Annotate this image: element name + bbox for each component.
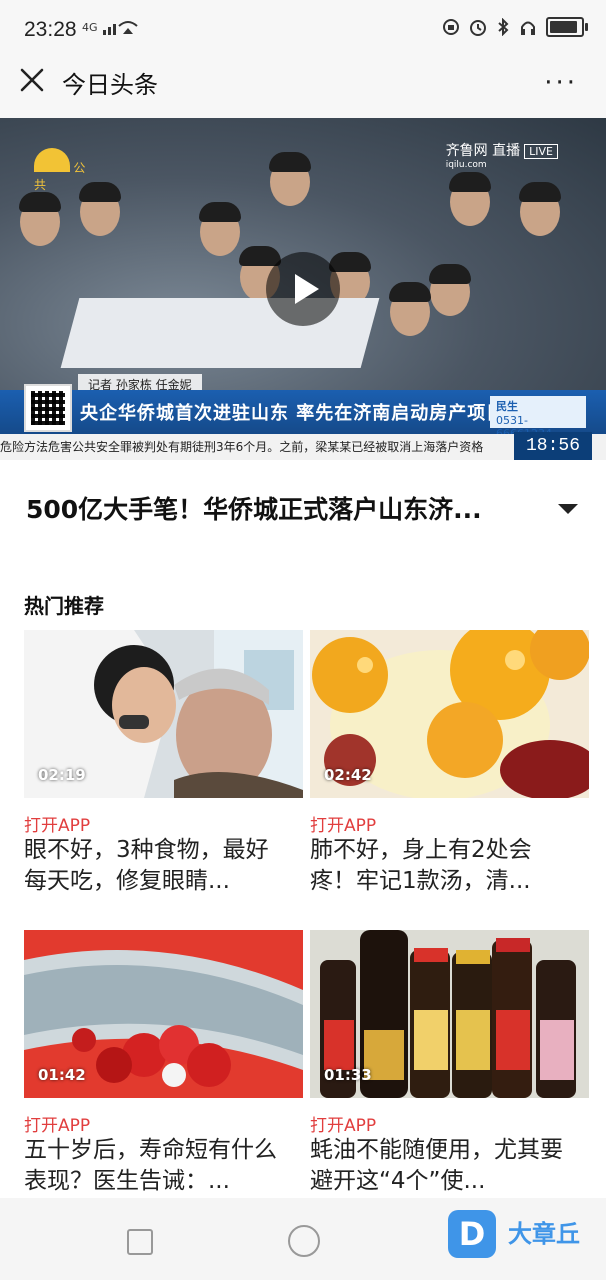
video-duration: 01:33 (324, 1066, 372, 1084)
tv-brand-box: 民生 0531-66661234 (490, 396, 586, 440)
watermark-logo: D 大章丘 (448, 1206, 598, 1264)
headphones-icon (521, 21, 535, 35)
status-time: 23:28 (24, 18, 77, 41)
brand-box-text: 民生 (496, 400, 518, 413)
live-tag: LIVE (524, 144, 558, 159)
video-thumbnail[interactable]: 01:42 (24, 930, 303, 1098)
video-thumbnail[interactable]: 01:33 (310, 930, 589, 1098)
ticker-text: 危险方法危害公共安全罪被判处有期徒刑3年6个月。之前，梁某某已经被取消上海落户资… (0, 440, 484, 454)
system-nav-bar: D 大章丘 (0, 1198, 606, 1280)
watermark-text: 大章丘 (508, 1220, 580, 1248)
watermark-text: 齐鲁网 (445, 143, 488, 159)
recent-apps-icon[interactable] (127, 1229, 153, 1255)
open-app-link[interactable]: 打开APP (24, 811, 90, 836)
live-label: 直播 (492, 143, 521, 159)
card-title[interactable]: 肺不好，身上有2处会疼！牢记1款汤，清... (310, 835, 572, 897)
close-icon[interactable] (18, 66, 46, 94)
play-button-icon[interactable] (266, 252, 340, 326)
chevron-down-icon[interactable] (558, 504, 578, 514)
open-app-link[interactable]: 打开APP (310, 811, 376, 836)
tv-headline: 央企华侨城首次进驻山东 率先在济南启动房产项目 (80, 403, 506, 424)
nav-bar: 今日头条 ··· (0, 52, 606, 118)
video-thumbnail[interactable]: 02:42 (310, 630, 589, 798)
alarm-icon (470, 20, 486, 36)
card-title[interactable]: 眼不好，3种食物，最好每天吃，修复眼睛... (24, 835, 286, 897)
channel-logo: 公共 (34, 148, 94, 192)
bluetooth-icon (498, 18, 509, 36)
video-thumbnail[interactable]: 02:19 (24, 630, 303, 798)
network-type: 4G (82, 21, 98, 34)
video-player[interactable]: 公共 齐鲁网 直播 LIVE iqilu.com 记者 孙家栋 任金妮 央企华侨城… (0, 118, 606, 460)
video-duration: 01:42 (38, 1066, 86, 1084)
open-app-link[interactable]: 打开APP (24, 1111, 90, 1136)
qr-code-icon (24, 384, 72, 432)
section-title: 热门推荐 (24, 594, 104, 618)
home-icon[interactable] (288, 1225, 320, 1257)
watermark-badge: D (448, 1210, 496, 1258)
battery-icon (546, 17, 588, 37)
wifi-icon (103, 21, 138, 35)
watermark-sub: iqilu.com (445, 160, 487, 170)
page-title: 今日头条 (62, 71, 158, 99)
video-duration: 02:42 (324, 766, 372, 784)
battery-level (550, 21, 577, 33)
lock-rotation-icon (443, 19, 459, 35)
signal-icon: 4G (82, 20, 141, 36)
open-app-link[interactable]: 打开APP (310, 1111, 376, 1136)
video-duration: 02:19 (38, 766, 86, 784)
card-title[interactable]: 五十岁后，寿命短有什么表现？医生告诫：... (24, 1135, 286, 1197)
article-title: 500亿大手笔！华侨城正式落户山东济... (26, 495, 482, 524)
article-title-row[interactable]: 500亿大手笔！华侨城正式落户山东济... (0, 460, 606, 560)
status-right (442, 17, 588, 37)
broadcaster-watermark: 齐鲁网 直播 LIVE iqilu.com (446, 140, 558, 170)
more-options-icon[interactable]: ··· (544, 68, 578, 98)
tv-clock: 18:56 (514, 432, 592, 460)
card-title[interactable]: 蚝油不能随便用，尤其要避开这“4个”使... (310, 1135, 572, 1197)
sun-logo-icon (34, 148, 70, 172)
